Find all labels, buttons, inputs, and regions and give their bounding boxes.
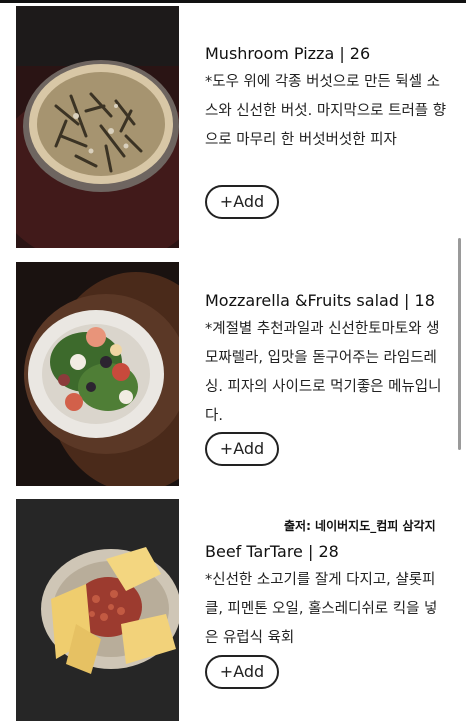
scrollbar[interactable]: [458, 238, 461, 450]
source-caption: 출저: 네이버지도_컴피 삼각지: [284, 519, 436, 533]
item-description: *도우 위에 각종 버섯으로 만든 뒥셀 소스와 신선한 버섯. 마지막으로 트…: [205, 74, 447, 148]
add-button[interactable]: +Add: [205, 655, 279, 689]
mushroom-pizza-photo: [16, 6, 179, 248]
item-description: *계절별 추천과일과 신선한토마토와 생모짜렐라, 입맛을 돋구어주는 라임드레…: [205, 321, 442, 424]
item-name: Beef TarTare | 28: [205, 542, 339, 561]
salad-photo: [16, 262, 179, 486]
beef-tartare-photo: [16, 499, 179, 721]
item-name: Mushroom Pizza | 26: [205, 44, 371, 63]
top-border: [0, 0, 466, 3]
add-button[interactable]: +Add: [205, 185, 279, 219]
add-button[interactable]: +Add: [205, 432, 279, 466]
item-name: Mozzarella &Fruits salad | 18: [205, 291, 435, 310]
item-description: *신선한 소고기를 잘게 다지고, 샬롯피클, 피멘톤 오일, 홀스레디쉬로 킥…: [205, 572, 438, 646]
